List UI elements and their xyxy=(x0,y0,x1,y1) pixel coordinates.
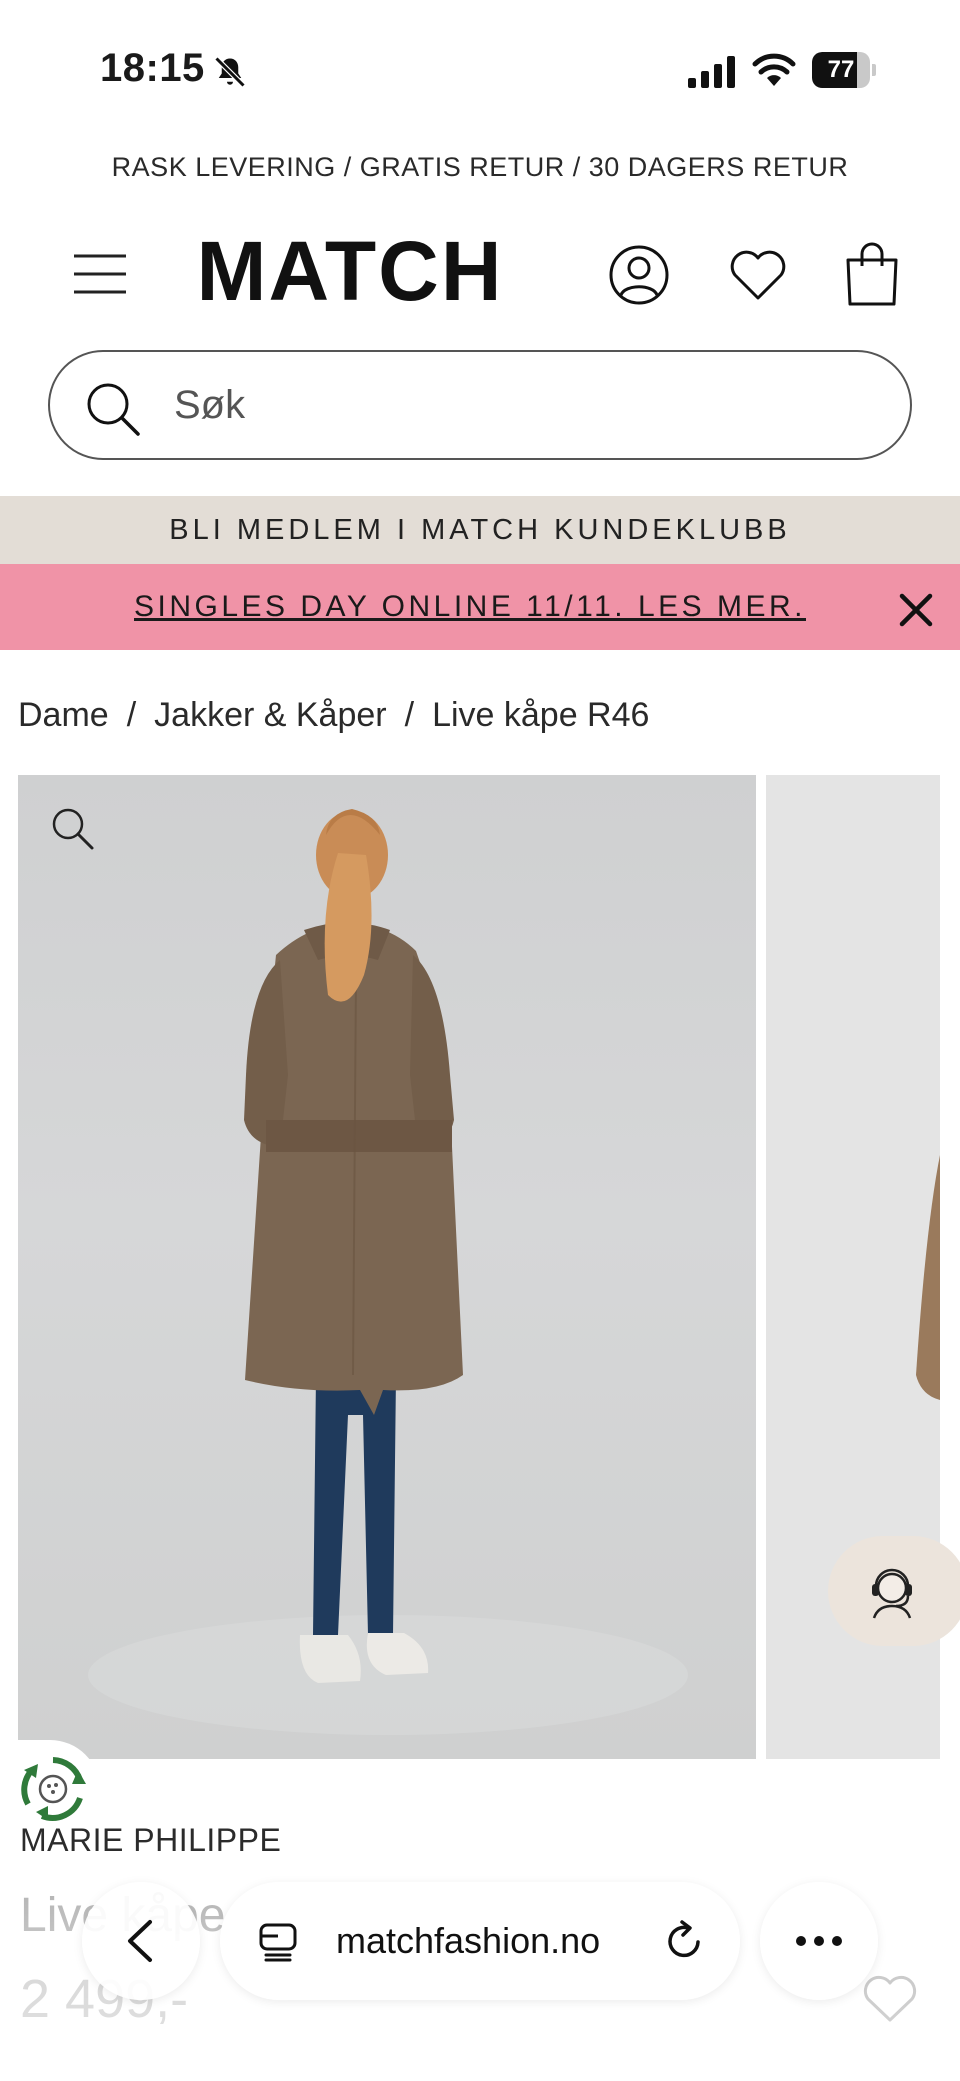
support-agent-icon xyxy=(872,1568,912,1619)
shipping-promo: RASK LEVERING / GRATIS RETUR / 30 DAGERS… xyxy=(111,152,849,182)
model-back-photo xyxy=(88,809,688,1735)
close-icon[interactable] xyxy=(898,592,934,628)
menu-icon[interactable] xyxy=(72,252,128,296)
browser-address-bar[interactable]: matchfashion.no xyxy=(220,1882,740,2000)
search-input[interactable] xyxy=(174,370,874,440)
sale-banner-link[interactable]: SINGLES DAY ONLINE 11/11. LES MER. xyxy=(0,564,940,650)
status-bar: 18:15 77 xyxy=(0,0,960,140)
signal-icon xyxy=(688,56,735,88)
more-icon xyxy=(796,1936,842,1946)
reload-icon[interactable] xyxy=(664,1920,706,1962)
eco-recycle-icon xyxy=(21,1757,86,1821)
account-icon[interactable] xyxy=(608,244,670,306)
product-brand[interactable]: MARIE PHILIPPE xyxy=(20,1822,281,1859)
breadcrumb-item-dame[interactable]: Dame xyxy=(18,696,109,734)
search-bar[interactable] xyxy=(48,350,912,460)
back-icon xyxy=(128,1920,152,1962)
member-club-banner[interactable]: BLI MEDLEM I MATCH KUNDEKLUBB xyxy=(0,496,960,564)
search-icon xyxy=(87,383,140,436)
tabs-icon[interactable] xyxy=(258,1922,298,1962)
breadcrumb-separator: / xyxy=(126,696,137,734)
bell-slash-icon xyxy=(214,56,246,88)
browser-more-button[interactable] xyxy=(760,1882,878,2000)
sale-banner[interactable]: SINGLES DAY ONLINE 11/11. LES MER. xyxy=(0,564,960,650)
status-time: 18:15 xyxy=(100,46,205,90)
breadcrumb-item-current: Live kåpe R46 xyxy=(432,696,650,734)
zoom-icon[interactable] xyxy=(50,806,96,852)
browser-back-button[interactable] xyxy=(82,1882,200,2000)
customer-support-button[interactable] xyxy=(828,1536,960,1646)
brand-logo[interactable]: MATCH xyxy=(180,226,520,316)
product-image-main[interactable] xyxy=(18,775,756,1759)
wifi-icon xyxy=(752,53,796,86)
breadcrumb: Dame / Jakker & Kåper / Live kåpe R46 xyxy=(18,696,649,735)
breadcrumb-item-jakker[interactable]: Jakker & Kåper xyxy=(154,696,386,734)
bag-icon[interactable] xyxy=(844,242,900,306)
wishlist-heart-icon[interactable] xyxy=(862,1974,918,2024)
breadcrumb-separator: / xyxy=(404,696,415,734)
heart-icon[interactable] xyxy=(728,248,788,302)
battery-level: 77 xyxy=(827,56,855,83)
browser-url[interactable]: matchfashion.no xyxy=(336,1882,600,2000)
battery-indicator: 77 xyxy=(812,52,876,88)
